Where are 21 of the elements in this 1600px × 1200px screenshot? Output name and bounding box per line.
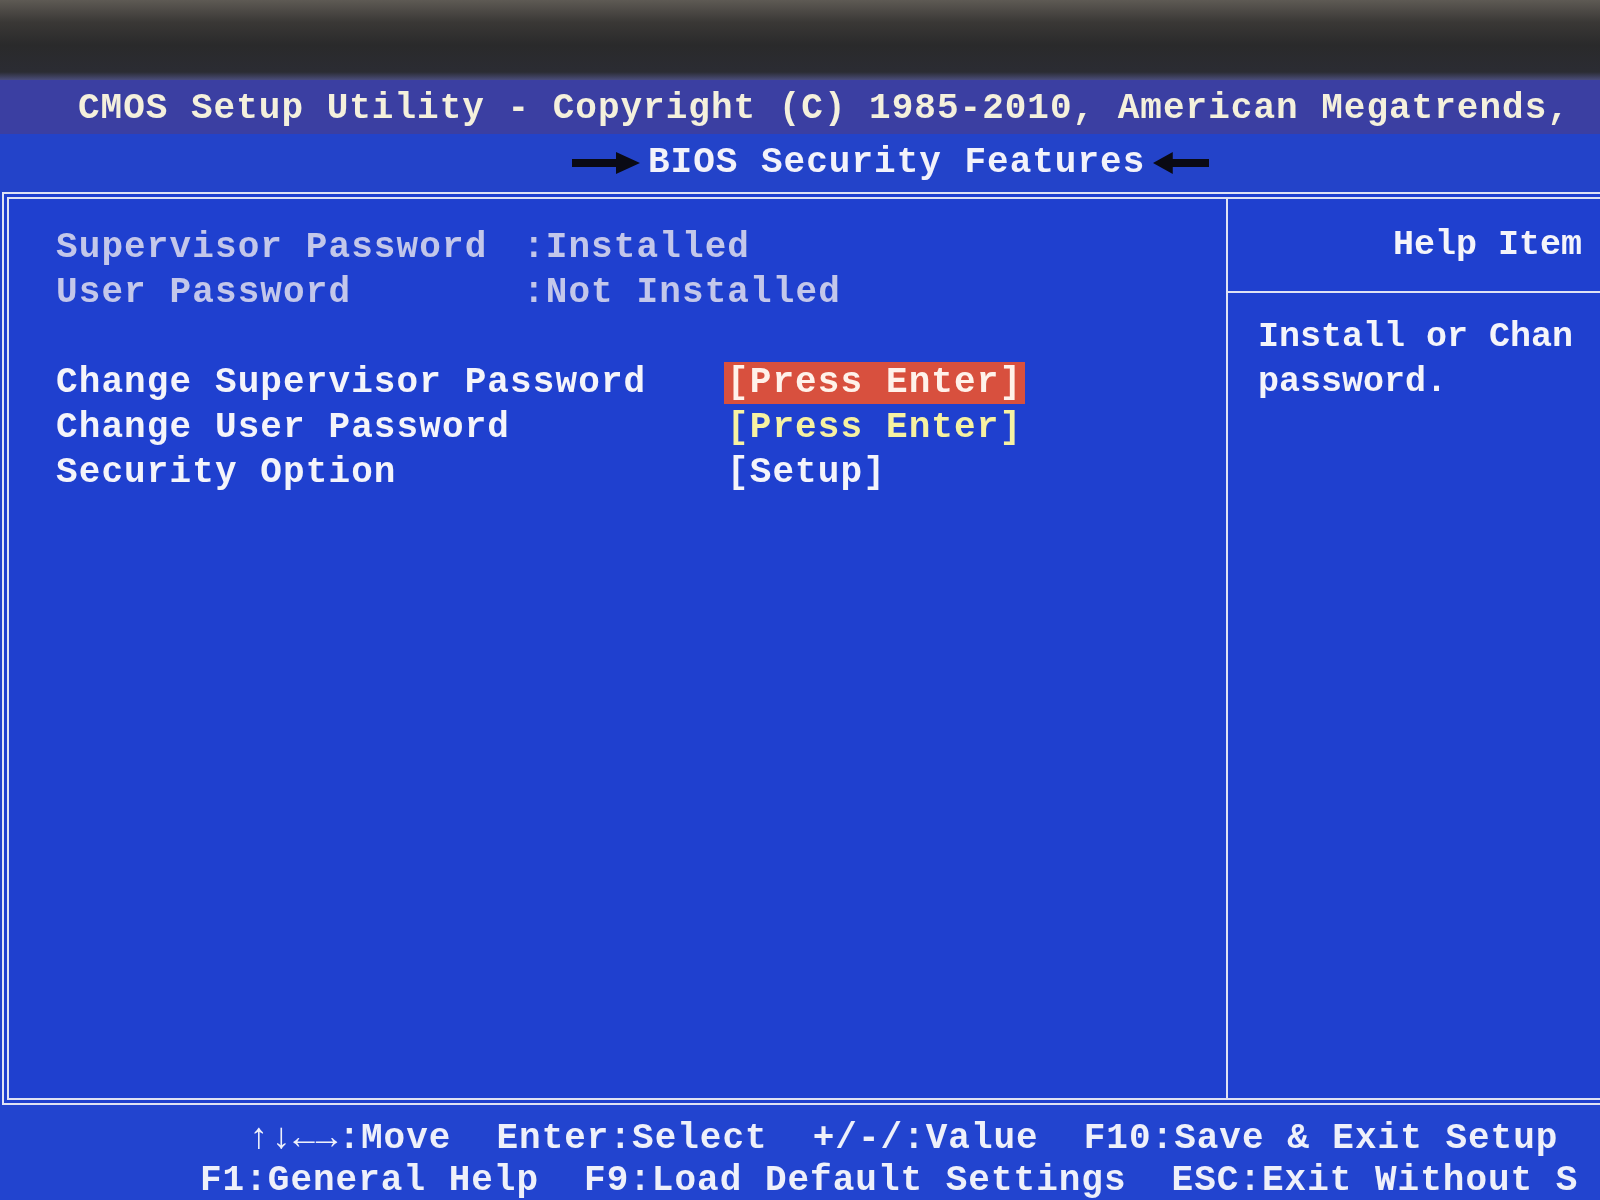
key-hint: F10:Save & Exit Setup xyxy=(1083,1117,1559,1161)
key-hint: Enter:Select xyxy=(496,1117,768,1161)
option-value[interactable]: [Press Enter] xyxy=(724,361,1026,404)
status-label: User Password xyxy=(56,270,353,315)
status-value: :Installed xyxy=(523,225,751,270)
help-title: Help Item xyxy=(1393,223,1583,267)
help-text: Install or Chan xyxy=(1258,316,1575,359)
key-hint: ESC:Exit Without S xyxy=(1171,1161,1579,1200)
key-hint: +/-/:Value xyxy=(812,1117,1039,1161)
key-hint: F9:Load Default Settings xyxy=(584,1161,1127,1200)
right-arrow-icon xyxy=(572,152,640,174)
key-hint: F1:General Help xyxy=(200,1161,540,1200)
key-hint: ↑↓←→:Move xyxy=(248,1117,452,1161)
option-value[interactable]: [Setup] xyxy=(724,451,889,494)
help-text: password. xyxy=(1258,361,1449,404)
page-title: BIOS Security Features xyxy=(648,141,1146,185)
left-arrow-icon xyxy=(1153,152,1210,174)
status-value: :Not Installed xyxy=(523,270,841,315)
status-label: Supervisor Password xyxy=(56,225,489,270)
title-text: CMOS Setup Utility - Copyright (C) 1985-2010, American Megatrends, xyxy=(78,87,1570,131)
option-value[interactable]: [Press Enter] xyxy=(724,406,1026,449)
